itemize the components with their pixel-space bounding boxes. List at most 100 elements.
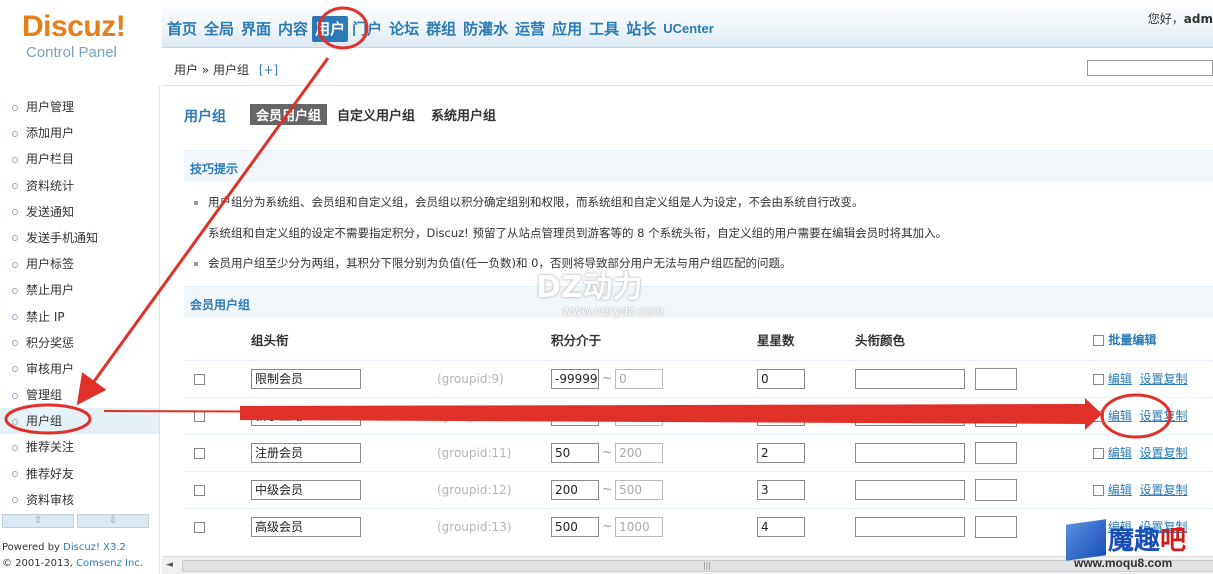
title-color-input[interactable] (855, 479, 965, 500)
title-color-input[interactable] (855, 368, 965, 389)
credits-low-input[interactable]: 500 (551, 516, 599, 537)
row-delete-checkbox[interactable] (194, 447, 205, 459)
table-row: 高级会员 (groupid:13) 500 ~1000 4 编辑 设置复制 (184, 507, 1213, 545)
stars-input[interactable]: 3 (757, 479, 805, 500)
row-batch-checkbox[interactable] (1093, 374, 1104, 385)
scroll-up-button[interactable]: ⇧ (2, 514, 74, 528)
bullet-icon (12, 314, 18, 320)
cube-logo-icon (1066, 519, 1106, 561)
nav-tab-apps[interactable]: 应用 (549, 16, 585, 42)
member-groups-table: 组头衔 积分介于 星星数 头衔颜色 批量编辑 限制会员 (groupid:9) … (184, 320, 1213, 545)
nav-tab-operation[interactable]: 运营 (512, 16, 548, 42)
stars-input[interactable]: 4 (757, 516, 805, 537)
sidebar-item-user-tags[interactable]: 用户标签 (0, 251, 159, 277)
row-batch-checkbox[interactable] (1093, 411, 1104, 422)
bullet-icon (194, 200, 198, 205)
scroll-left-icon[interactable]: ◄ (166, 560, 173, 570)
nav-tab-user[interactable]: 用户 (312, 16, 349, 42)
copy-settings-link[interactable]: 设置复制 (1139, 372, 1187, 386)
group-name-input[interactable]: 注册会员 (251, 442, 361, 463)
sidebar-item-ban-ip[interactable]: 禁止 IP (0, 304, 159, 330)
stars-input[interactable]: 2 (757, 442, 805, 463)
nav-tab-portal[interactable]: 门户 (349, 16, 385, 42)
sidebar-item-add-user[interactable]: 添加用户 (0, 120, 159, 146)
row-delete-checkbox[interactable] (194, 484, 205, 496)
welcome-user[interactable]: adm (1184, 12, 1213, 26)
logo[interactable]: Discuz! Control Panel (0, 0, 162, 86)
welcome-text: 您好，adm (1148, 10, 1213, 27)
group-name-input[interactable]: 中级会员 (251, 479, 361, 500)
credits-low-input[interactable]: 50 (551, 442, 599, 463)
sidebar-item-send-notice[interactable]: 发送通知 (0, 199, 159, 225)
edit-link[interactable]: 编辑 (1108, 446, 1132, 460)
edit-link[interactable]: 编辑 (1108, 409, 1132, 423)
sidebar-item-recommend-friends[interactable]: 推荐好友 (0, 461, 159, 487)
nav-tab-group[interactable]: 群组 (423, 16, 459, 42)
scroll-down-button[interactable]: ⇩ (77, 514, 149, 528)
discuz-version-link[interactable]: Discuz! X3.2 (63, 542, 126, 553)
title-color-input[interactable] (855, 405, 965, 426)
sidebar-item-user-groups[interactable]: 用户组 (0, 408, 159, 435)
row-delete-checkbox[interactable] (194, 410, 205, 422)
nav-tab-antispam[interactable]: 防灌水 (460, 16, 511, 42)
add-shortcut-link[interactable]: [+] (259, 63, 278, 77)
title-color-input[interactable] (855, 516, 965, 537)
copy-settings-link[interactable]: 设置复制 (1139, 409, 1187, 423)
color-swatch[interactable] (975, 404, 1017, 427)
scrollbar-thumb[interactable]: ||| (182, 560, 1213, 572)
sidebar-item-admin-groups[interactable]: 管理组 (0, 382, 159, 408)
tab-system-groups[interactable]: 系统用户组 (425, 104, 502, 125)
sidebar-item-ban-user[interactable]: 禁止用户 (0, 277, 159, 303)
tab-member-groups[interactable]: 会员用户组 (250, 104, 328, 125)
stars-input[interactable]: 0 (757, 368, 805, 389)
nav-tab-global[interactable]: 全局 (201, 16, 237, 42)
group-name-input[interactable]: 高级会员 (251, 516, 361, 537)
sidebar-item-recommend-follow[interactable]: 推荐关注 (0, 434, 159, 460)
breadcrumb-bar: 用户 » 用户组 [+] (162, 48, 1213, 86)
row-batch-checkbox[interactable] (1093, 485, 1104, 496)
sidebar-item-profile-review[interactable]: 资料审核 (0, 487, 159, 513)
sidebar-item-credits[interactable]: 积分奖惩 (0, 330, 159, 356)
sidebar-item-profile-stats[interactable]: 资料统计 (0, 173, 159, 199)
nav-tab-style[interactable]: 界面 (238, 16, 274, 42)
page-title: 用户组 (184, 109, 226, 125)
credits-low-input[interactable]: 200 (551, 479, 599, 500)
copy-settings-link[interactable]: 设置复制 (1139, 446, 1187, 460)
color-swatch[interactable] (975, 441, 1017, 464)
copy-settings-link[interactable]: 设置复制 (1139, 483, 1187, 497)
tip-line-2: 系统组和自定义组的设定不需要指定积分，Discuz! 预留了从站点管理员到游客等… (208, 226, 948, 240)
search-input[interactable] (1087, 60, 1213, 76)
nav-tab-tools[interactable]: 工具 (586, 16, 622, 42)
stars-input[interactable]: 1 (757, 405, 805, 426)
edit-link[interactable]: 编辑 (1108, 372, 1132, 386)
row-delete-checkbox[interactable] (194, 373, 205, 385)
sidebar-item-send-sms[interactable]: 发送手机通知 (0, 225, 159, 251)
nav-tab-home[interactable]: 首页 (164, 16, 200, 42)
nav-tab-content[interactable]: 内容 (275, 16, 311, 42)
nav-tab-forum[interactable]: 论坛 (386, 16, 422, 42)
color-swatch[interactable] (975, 515, 1017, 538)
comsenz-link[interactable]: Comsenz Inc. (76, 558, 143, 569)
batch-edit-label[interactable]: 批量编辑 (1108, 333, 1156, 347)
sidebar-item-user-manage[interactable]: 用户管理 (0, 94, 159, 120)
group-name-input[interactable]: 新手上路 (251, 405, 361, 426)
edit-link[interactable]: 编辑 (1108, 483, 1132, 497)
batch-edit-checkbox[interactable] (1093, 335, 1104, 347)
sidebar-item-user-fields[interactable]: 用户栏目 (0, 146, 159, 172)
title-color-input[interactable] (855, 442, 965, 463)
row-batch-checkbox[interactable] (1093, 448, 1104, 459)
nav-tab-webmaster[interactable]: 站长 (623, 16, 659, 42)
credits-high-input: 50 (615, 405, 664, 426)
row-delete-checkbox[interactable] (194, 521, 205, 533)
group-id-label: (groupid:10) (437, 408, 512, 423)
color-swatch[interactable] (975, 367, 1017, 390)
color-swatch[interactable] (975, 478, 1017, 501)
col-credits: 积分介于 (551, 333, 602, 349)
nav-tab-ucenter[interactable]: UCenter (660, 16, 717, 42)
group-name-input[interactable]: 限制会员 (251, 368, 361, 389)
horizontal-scrollbar[interactable]: ◄ ||| (162, 556, 1213, 574)
credits-low-input[interactable]: -99999 (551, 368, 599, 389)
sidebar-item-moderate-users[interactable]: 审核用户 (0, 356, 159, 382)
tab-custom-groups[interactable]: 自定义用户组 (331, 104, 421, 125)
credits-low-input[interactable]: 0 (551, 405, 599, 426)
